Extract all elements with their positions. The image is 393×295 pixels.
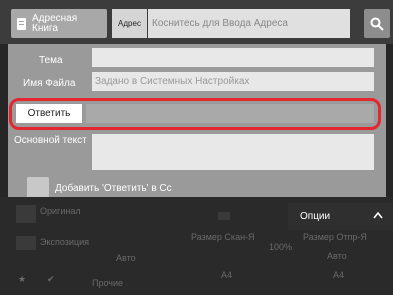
scan-size-label: Размер Скан-Я: [191, 232, 255, 242]
scan-size-icon: [218, 212, 230, 220]
address-tag: Адрес: [112, 9, 147, 38]
exposure-icon: [16, 236, 36, 250]
send-size-value: A4: [333, 270, 345, 280]
ratio-value: 100%: [269, 242, 293, 252]
add-reply-cc-label: Добавить 'Ответить' в Cc: [55, 182, 172, 194]
options-label: Опции: [300, 211, 331, 222]
original-label: Оригинал: [40, 206, 81, 216]
address-book-button[interactable]: Адресная Книга: [11, 9, 107, 38]
send-size-label: Размер Отпр-Я: [303, 232, 367, 242]
scan-size-value: A4: [221, 270, 233, 280]
other-label: Прочие: [92, 278, 124, 288]
reply-button[interactable]: Ответить: [16, 104, 82, 123]
search-icon: [370, 17, 384, 31]
address-input[interactable]: Коснитесь для Ввода Адреса: [148, 9, 350, 38]
exposure-value: Авто: [116, 253, 136, 263]
body-text-field[interactable]: [92, 134, 374, 170]
add-reply-cc-row[interactable]: Добавить 'Ответить' в Cc: [27, 177, 172, 199]
screen: Адресная Книга Адрес Коснитесь для Ввода…: [0, 0, 393, 295]
subject-field[interactable]: [92, 48, 374, 67]
filename-label: Имя Файла: [23, 78, 76, 89]
search-button[interactable]: [364, 9, 390, 38]
body-text-label: Основной текст: [14, 135, 87, 146]
original-icon: [16, 205, 36, 223]
add-reply-cc-checkbox[interactable]: [27, 177, 49, 199]
exposure-label: Экспозиция: [40, 237, 89, 247]
address-book-icon: [17, 17, 26, 30]
filename-field[interactable]: Задано в Системных Настройках: [92, 72, 374, 91]
subject-label: Тема: [39, 55, 63, 66]
star-icon: ★: [18, 274, 27, 284]
chevron-up-icon: [373, 211, 383, 219]
options-button[interactable]: Опции: [288, 203, 393, 230]
top-bar: Адресная Книга Адрес Коснитесь для Ввода…: [0, 0, 393, 44]
auto-value: Авто: [327, 251, 347, 261]
address-book-label: Адресная Книга: [32, 12, 78, 34]
reply-field[interactable]: [86, 104, 374, 123]
check-icon: ✔: [47, 274, 55, 284]
